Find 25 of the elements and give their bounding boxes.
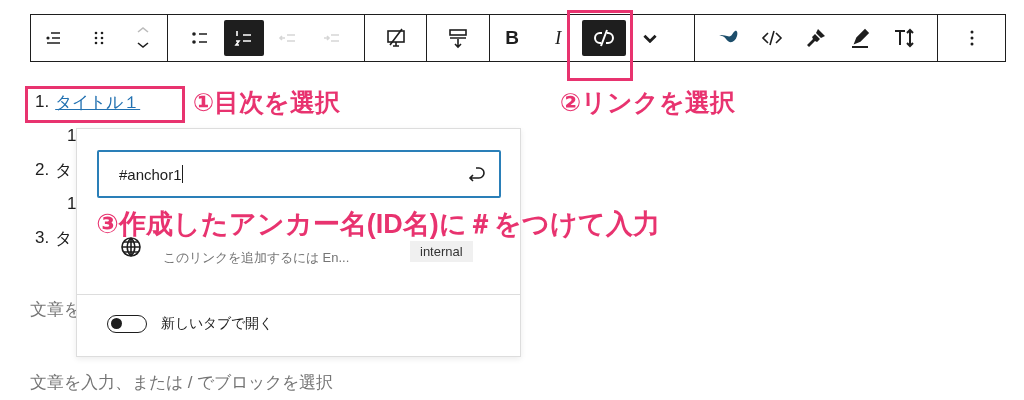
annotation-text: ②リンクを選択 — [560, 87, 736, 118]
italic-button[interactable]: I — [536, 20, 581, 56]
numbered-button[interactable] — [224, 20, 264, 56]
list-item-link[interactable]: タ — [55, 158, 73, 182]
chevron-down-icon — [643, 33, 658, 43]
toggle-switch[interactable] — [107, 315, 147, 333]
annotation-text: ①目次を選択 — [193, 87, 341, 118]
list-number: 1 — [67, 126, 77, 146]
list-number: 3. — [35, 228, 50, 248]
list-number: 1. — [35, 92, 50, 112]
toggle-label: 新しいタブで開く — [161, 315, 273, 333]
link-input-field[interactable]: #anchor1 — [97, 150, 501, 198]
list-item-link[interactable]: タイトル１ — [55, 90, 141, 114]
list-number: 1 — [67, 194, 77, 214]
suggestion-type-tag: internal — [410, 241, 473, 262]
suggestion-subtitle: このリンクを追加するには En... — [163, 249, 350, 267]
bold-button[interactable]: B — [490, 20, 535, 56]
link-button[interactable] — [582, 20, 627, 56]
list-number: 2. — [35, 160, 50, 180]
list-item-link[interactable]: タ — [55, 226, 73, 250]
paragraph-placeholder[interactable]: 文章を入力、または / でブロックを選択 — [30, 366, 334, 400]
more-icon — [969, 30, 974, 46]
globe-icon — [119, 235, 143, 259]
highlight-frame — [567, 10, 633, 81]
annotation-text: ③作成したアンカー名(ID名)に＃をつけて入力 — [96, 210, 660, 238]
